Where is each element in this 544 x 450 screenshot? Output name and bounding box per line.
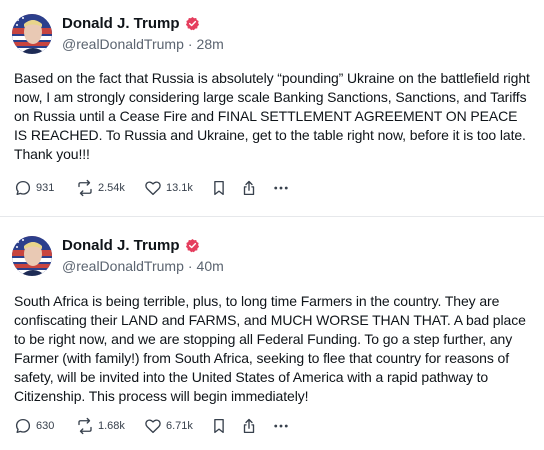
share-button[interactable] xyxy=(240,417,272,435)
heart-icon xyxy=(145,181,161,196)
like-count: 13.1k xyxy=(166,182,193,194)
reply-button[interactable]: 630 xyxy=(14,417,76,435)
avatar[interactable] xyxy=(12,236,52,276)
author-row: Donald J. Trump xyxy=(62,12,224,34)
like-count: 6.71k xyxy=(166,420,193,432)
post-meta: @realDonaldTrump · 28m xyxy=(62,34,224,54)
verified-badge-icon xyxy=(185,16,200,31)
verified-badge-icon xyxy=(185,238,200,253)
more-icon xyxy=(274,186,288,190)
avatar-image xyxy=(12,236,52,276)
author-row: Donald J. Trump xyxy=(62,234,224,256)
bookmark-icon xyxy=(214,418,224,434)
heart-icon xyxy=(145,419,161,434)
post-time[interactable]: 28m xyxy=(197,36,224,52)
retruth-count: 1.68k xyxy=(98,420,125,432)
retruth-icon xyxy=(78,417,92,435)
separator: · xyxy=(187,258,193,274)
more-icon xyxy=(274,424,288,428)
post-actions: 630 1.68k 6.71k xyxy=(14,415,302,437)
more-options-button[interactable] xyxy=(272,179,302,197)
retruth-button[interactable]: 1.68k xyxy=(76,417,144,435)
retruth-icon xyxy=(78,179,92,197)
share-button[interactable] xyxy=(240,179,272,197)
post-meta: @realDonaldTrump · 40m xyxy=(62,256,224,276)
author-handle[interactable]: @realDonaldTrump xyxy=(62,258,184,274)
post-actions: 931 2.54k 13.1k xyxy=(14,177,302,199)
post-time[interactable]: 40m xyxy=(197,258,224,274)
more-options-button[interactable] xyxy=(272,417,302,435)
post-text: Based on the fact that Russia is absolut… xyxy=(14,70,530,162)
retruth-count: 2.54k xyxy=(98,182,125,194)
share-icon xyxy=(243,180,255,196)
reply-icon xyxy=(15,180,31,196)
post[interactable]: Donald J. Trump @realDonaldTrump · 40m Sou… xyxy=(0,217,544,450)
author-handle[interactable]: @realDonaldTrump xyxy=(62,36,184,52)
post-header: Donald J. Trump @realDonaldTrump · 40m xyxy=(62,234,224,276)
bookmark-button[interactable] xyxy=(210,417,240,435)
bookmark-button[interactable] xyxy=(210,179,240,197)
post[interactable]: Donald J. Trump @realDonaldTrump · 28m Bas… xyxy=(0,0,544,217)
reply-count: 931 xyxy=(36,182,55,194)
retruth-button[interactable]: 2.54k xyxy=(76,179,144,197)
author-name[interactable]: Donald J. Trump xyxy=(62,15,180,32)
truth-feed: Donald J. Trump @realDonaldTrump · 28m Bas… xyxy=(0,0,544,450)
avatar-image xyxy=(12,14,52,54)
post-text: South Africa is being terrible, plus, to… xyxy=(14,293,526,404)
like-button[interactable]: 6.71k xyxy=(144,417,210,435)
reply-button[interactable]: 931 xyxy=(14,179,76,197)
author-name[interactable]: Donald J. Trump xyxy=(62,237,180,254)
reply-count: 630 xyxy=(36,420,55,432)
post-header: Donald J. Trump @realDonaldTrump · 28m xyxy=(62,12,224,54)
avatar[interactable] xyxy=(12,14,52,54)
reply-icon xyxy=(15,418,31,434)
bookmark-icon xyxy=(214,180,224,196)
like-button[interactable]: 13.1k xyxy=(144,179,210,197)
share-icon xyxy=(243,418,255,434)
separator: · xyxy=(187,36,193,52)
